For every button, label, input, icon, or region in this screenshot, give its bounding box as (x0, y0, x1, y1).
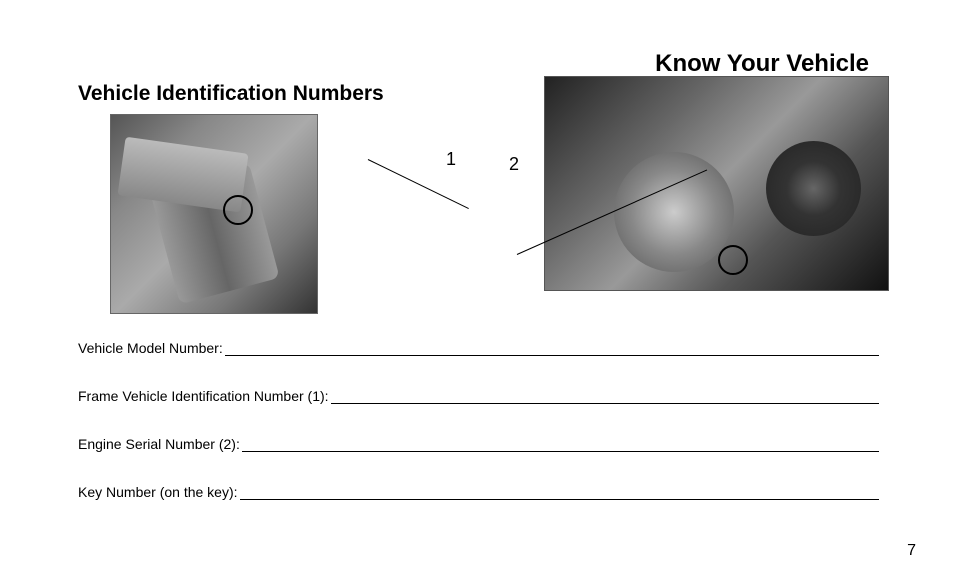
form-blank-line[interactable] (242, 438, 879, 452)
form-fields: Vehicle Model Number: Frame Vehicle Iden… (78, 340, 889, 500)
form-blank-line[interactable] (331, 390, 879, 404)
form-label: Key Number (on the key): (78, 484, 238, 500)
image-container-engine: 2 (544, 76, 889, 291)
images-row: 1 2 (78, 114, 889, 314)
callout-label-1: 1 (446, 149, 456, 170)
form-label: Engine Serial Number (2): (78, 436, 240, 452)
form-label: Vehicle Model Number: (78, 340, 223, 356)
form-blank-line[interactable] (225, 342, 879, 356)
vehicle-frame-image (110, 114, 318, 314)
callout-circle-2 (718, 245, 748, 275)
page-number: 7 (907, 542, 916, 560)
form-blank-line[interactable] (240, 486, 879, 500)
callout-label-2: 2 (509, 154, 519, 175)
form-field-model-number: Vehicle Model Number: (78, 340, 889, 356)
form-field-engine-serial: Engine Serial Number (2): (78, 436, 889, 452)
callout-circle-1 (223, 195, 253, 225)
main-title: Know Your Vehicle (78, 50, 889, 78)
form-label: Frame Vehicle Identification Number (1): (78, 388, 329, 404)
image-container-vin (110, 114, 318, 314)
form-field-vin: Frame Vehicle Identification Number (1): (78, 388, 889, 404)
form-field-key-number: Key Number (on the key): (78, 484, 889, 500)
vehicle-engine-image (544, 76, 889, 291)
